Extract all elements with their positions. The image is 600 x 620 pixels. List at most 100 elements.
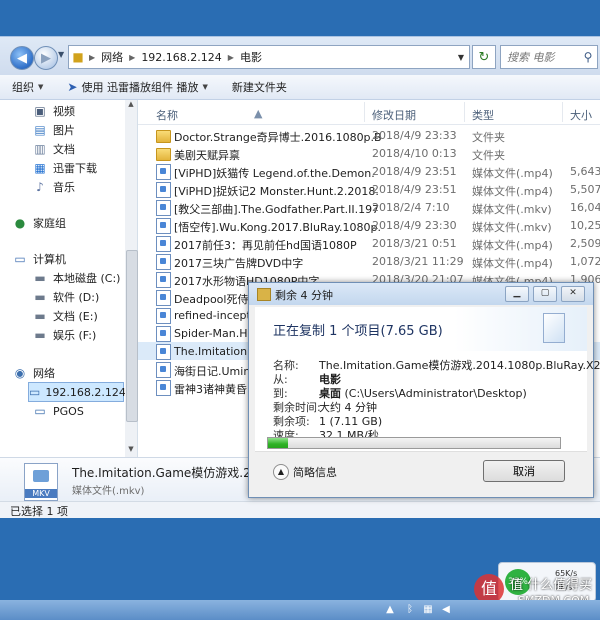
- file-name: Spider-Man.Ho: [174, 327, 255, 340]
- address-dropdown-icon[interactable]: ▼: [453, 53, 469, 62]
- nav-item-drive-e[interactable]: ▬ 文档 (E:): [32, 307, 97, 325]
- media-file-icon: [156, 272, 171, 288]
- maximize-button[interactable]: ▢: [533, 286, 557, 302]
- file-row[interactable]: 2017三块广告牌DVD中字 2018/3/21 11:29 媒体文件(.mp4) 1…: [138, 252, 600, 270]
- cancel-button[interactable]: 取消: [483, 460, 565, 482]
- column-divider[interactable]: [562, 102, 563, 122]
- nav-item-pictures[interactable]: ▤ 图片: [32, 121, 75, 139]
- search-box: ⚲: [500, 45, 598, 69]
- network-tray-icon[interactable]: ▦: [422, 604, 434, 616]
- media-file-icon: [156, 164, 171, 180]
- column-divider[interactable]: [464, 102, 465, 122]
- file-size: 16,043: [570, 201, 600, 214]
- scroll-down-icon[interactable]: ▼: [125, 445, 137, 457]
- nav-item-documents[interactable]: ▥ 文档: [32, 140, 75, 158]
- nav-item-thunder-downloads[interactable]: ▦ 迅雷下载: [32, 159, 97, 177]
- network-computer-icon: ▭: [29, 385, 41, 399]
- breadcrumb-separator-icon[interactable]: ▶: [127, 53, 137, 62]
- nav-item-music[interactable]: ♪ 音乐: [32, 178, 75, 196]
- file-name: Doctor.Strange奇异博士.2016.1080p.B: [174, 131, 382, 144]
- less-info-toggle[interactable]: ▲ 简略信息: [273, 464, 337, 480]
- nav-item-homegroup[interactable]: ● 家庭组: [12, 214, 66, 232]
- breadcrumb-network[interactable]: 网络: [97, 49, 127, 65]
- forward-arrow-icon: ▶: [41, 50, 51, 66]
- history-dropdown-icon[interactable]: ▼: [58, 50, 64, 59]
- dialog-footer: ▲ 简略信息 取消: [255, 451, 587, 492]
- column-size[interactable]: 大小: [570, 107, 592, 123]
- nav-item-computer[interactable]: ▭ 计算机: [12, 250, 66, 268]
- media-file-icon: [156, 362, 171, 378]
- file-type: 文件夹: [472, 131, 505, 144]
- scroll-up-icon[interactable]: ▲: [125, 100, 137, 112]
- column-type[interactable]: 类型: [472, 107, 494, 123]
- file-date: 2018/4/9 23:33: [372, 129, 457, 142]
- taskbar: ▲ ᛒ ▦ ◀: [0, 600, 600, 620]
- media-file-icon: [156, 254, 171, 270]
- refresh-button[interactable]: ↻: [472, 45, 496, 69]
- network-computer-icon: ▭: [34, 404, 46, 418]
- file-date: 2018/4/9 23:51: [372, 183, 457, 196]
- dialog-title-bar[interactable]: 剩余 4 分钟 ▁ ▢ ✕: [249, 283, 593, 305]
- minimize-button[interactable]: ▁: [505, 286, 529, 302]
- new-folder-label: 新建文件夹: [231, 81, 287, 94]
- organize-button[interactable]: 组织 ▼: [0, 79, 55, 95]
- tray-arrow-icon[interactable]: ▲: [384, 604, 396, 616]
- nav-scroll-thumb[interactable]: [126, 250, 138, 422]
- file-date: 2018/4/9 23:30: [372, 219, 457, 232]
- new-folder-button[interactable]: 新建文件夹: [220, 79, 299, 95]
- file-name: 美剧天赋异禀: [174, 149, 240, 162]
- video-library-icon: ▣: [34, 104, 46, 118]
- file-row[interactable]: 2017前任3：再见前任hd国语1080P 2018/3/21 0:51 媒体文件(…: [138, 234, 600, 252]
- file-date: 2018/3/21 0:51: [372, 237, 457, 250]
- details-file-type: 媒体文件(.mkv): [72, 486, 145, 497]
- file-name: 2017前任3：再见前任hd国语1080P: [174, 239, 357, 252]
- breadcrumb-separator-icon[interactable]: ▶: [87, 53, 97, 62]
- volume-icon[interactable]: ◀: [440, 604, 452, 616]
- file-row[interactable]: [悟空传].Wu.Kong.2017.BluRay.1080p. 2018/4/9…: [138, 216, 600, 234]
- nav-item-network[interactable]: ◉ 网络: [12, 364, 55, 382]
- back-button[interactable]: ◀: [10, 46, 34, 70]
- file-row[interactable]: [ViPHD]捉妖记2 Monster.Hunt.2.2018. 2018/4/9…: [138, 180, 600, 198]
- nav-item-videos[interactable]: ▣ 视频: [32, 102, 75, 120]
- forward-button[interactable]: ▶: [34, 46, 58, 70]
- nav-item-drive-d[interactable]: ▬ 软件 (D:): [32, 288, 99, 306]
- less-info-label: 简略信息: [293, 466, 337, 479]
- file-name: Deadpool死侍.2: [174, 293, 259, 306]
- maximize-icon: ▢: [540, 288, 550, 298]
- dialog-body: 名称: The.Imitation.Game模仿游戏.2014.1080p.Blu…: [255, 351, 600, 451]
- nav-item-drive-c[interactable]: ▬ 本地磁盘 (C:): [32, 269, 120, 287]
- play-with-dropdown-icon: ▼: [202, 83, 208, 91]
- breadcrumb-separator-icon[interactable]: ▶: [226, 53, 236, 62]
- file-type: 文件夹: [472, 149, 505, 162]
- media-file-icon: [156, 218, 171, 234]
- play-with-button[interactable]: ➤ 使用 迅雷播放组件 播放 ▼: [55, 79, 219, 95]
- column-date[interactable]: 修改日期: [372, 107, 416, 123]
- computer-icon: ▭: [14, 252, 26, 266]
- close-button[interactable]: ✕: [561, 286, 585, 302]
- column-divider[interactable]: [364, 102, 365, 122]
- file-row[interactable]: Doctor.Strange奇异博士.2016.1080p.B 2018/4/9 …: [138, 126, 600, 144]
- search-icon[interactable]: ⚲: [579, 50, 597, 64]
- nav-item-host[interactable]: ▭ 192.168.2.124: [28, 382, 126, 402]
- breadcrumb-host[interactable]: 192.168.2.124: [137, 51, 225, 64]
- column-name[interactable]: 名称: [156, 107, 178, 123]
- watermark-line1: 值 什么值得买: [510, 578, 593, 593]
- breadcrumb-movies[interactable]: 电影: [236, 49, 266, 65]
- copy-progress-bar: [267, 437, 561, 449]
- file-row[interactable]: [教父三部曲].The.Godfather.Part.II.197 2018/2/…: [138, 198, 600, 216]
- file-row[interactable]: 美剧天赋异禀 2018/4/10 0:13 文件夹: [138, 144, 600, 162]
- nav-item-pgos[interactable]: ▭ PGOS: [32, 402, 83, 420]
- folder-icon: [156, 130, 171, 143]
- file-size: 5,507,: [570, 183, 600, 196]
- nav-item-drive-f[interactable]: ▬ 娱乐 (F:): [32, 326, 96, 344]
- bluetooth-icon[interactable]: ᛒ: [404, 604, 416, 616]
- drive-icon: ▬: [34, 309, 46, 323]
- nav-scrollbar[interactable]: ▲ ▼: [125, 100, 138, 457]
- search-input[interactable]: [501, 49, 579, 65]
- mkv-label: MKV: [25, 489, 57, 498]
- file-date: 2018/4/9 23:51: [372, 165, 457, 178]
- address-field[interactable]: ■ ▶ 网络 ▶ 192.168.2.124 ▶ 电影 ▼: [68, 45, 470, 69]
- file-size: 1,072,: [570, 255, 600, 268]
- file-row[interactable]: [ViPHD]妖猫传 Legend.of.the.Demon. 2018/4/9 …: [138, 162, 600, 180]
- copy-folder-icon: [257, 288, 271, 301]
